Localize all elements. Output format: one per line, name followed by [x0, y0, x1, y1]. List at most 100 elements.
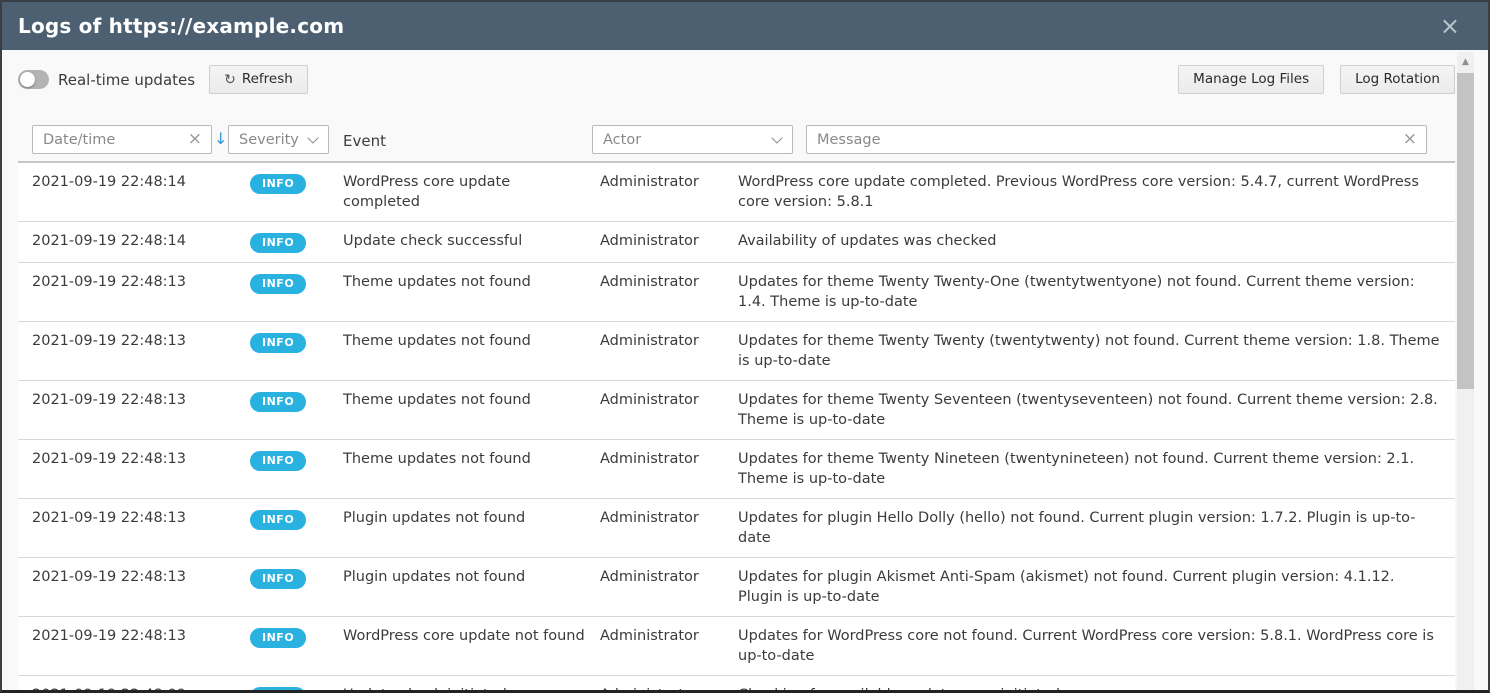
chevron-down-icon	[771, 132, 782, 143]
table-row: 2021-09-19 22:48:14 INFO WordPress core …	[18, 163, 1455, 222]
severity-cell: INFO	[236, 626, 343, 648]
severity-filter-select[interactable]: Severity	[228, 125, 329, 154]
log-actor: Administrator	[600, 449, 738, 469]
chevron-down-icon	[307, 132, 318, 143]
severity-badge: INFO	[250, 174, 306, 194]
datetime-filter[interactable]: ×	[32, 125, 212, 154]
log-event: Update check initiated	[343, 685, 600, 693]
log-rotation-button[interactable]: Log Rotation	[1340, 65, 1455, 95]
vertical-scrollbar[interactable]: ▲	[1457, 52, 1474, 690]
log-message: Checking for available updates was initi…	[738, 685, 1455, 693]
log-datetime: 2021-09-19 22:48:13	[18, 508, 236, 528]
log-actor: Administrator	[600, 390, 738, 410]
message-filter-input[interactable]	[807, 132, 1399, 148]
window-title: Logs of https://example.com	[18, 14, 344, 38]
log-event: WordPress core update not found	[343, 626, 600, 646]
clear-message-icon[interactable]: ×	[1399, 131, 1426, 148]
filter-row: × ↓ Severity Event Actor ×	[2, 125, 1488, 154]
table-row: 2021-09-19 22:48:13 INFO WordPress core …	[18, 617, 1455, 676]
log-datetime: 2021-09-19 22:48:14	[18, 172, 236, 192]
log-actor: Administrator	[600, 567, 738, 587]
sort-descending-icon[interactable]: ↓	[214, 129, 227, 148]
log-datetime: 2021-09-19 22:48:09	[18, 685, 236, 693]
toggle-knob-icon	[20, 72, 35, 87]
datetime-filter-input[interactable]	[33, 132, 184, 148]
log-message: Updates for plugin Hello Dolly (hello) n…	[738, 508, 1455, 548]
log-datetime: 2021-09-19 22:48:13	[18, 390, 236, 410]
severity-cell: INFO	[236, 272, 343, 294]
toolbar: Real-time updates ↻ Refresh Manage Log F…	[18, 65, 1455, 94]
table-row: 2021-09-19 22:48:13 INFO Theme updates n…	[18, 322, 1455, 381]
table-row: 2021-09-19 22:48:14 INFO Update check su…	[18, 222, 1455, 263]
log-event: WordPress core update completed	[343, 172, 600, 212]
log-datetime: 2021-09-19 22:48:13	[18, 331, 236, 351]
log-event: Update check successful	[343, 231, 600, 251]
severity-badge: INFO	[250, 451, 306, 471]
table-row: 2021-09-19 22:48:13 INFO Theme updates n…	[18, 381, 1455, 440]
log-message: Updates for theme Twenty Twenty (twentyt…	[738, 331, 1455, 371]
log-datetime: 2021-09-19 22:48:14	[18, 231, 236, 251]
log-message: Updates for theme Twenty Seventeen (twen…	[738, 390, 1455, 430]
refresh-button-label: Refresh	[242, 72, 293, 88]
log-actor: Administrator	[600, 172, 738, 192]
log-datetime: 2021-09-19 22:48:13	[18, 272, 236, 292]
severity-cell: INFO	[236, 567, 343, 589]
table-row: 2021-09-19 22:48:13 INFO Plugin updates …	[18, 558, 1455, 617]
actor-filter-select[interactable]: Actor	[592, 125, 793, 154]
log-actor: Administrator	[600, 272, 738, 292]
table-row: 2021-09-19 22:48:09 INFO Update check in…	[18, 676, 1455, 693]
log-event: Theme updates not found	[343, 272, 600, 292]
table-row: 2021-09-19 22:48:13 INFO Plugin updates …	[18, 499, 1455, 558]
message-filter[interactable]: ×	[806, 125, 1427, 154]
severity-cell: INFO	[236, 331, 343, 353]
log-table: 2021-09-19 22:48:14 INFO WordPress core …	[18, 161, 1455, 693]
severity-cell: INFO	[236, 685, 343, 693]
log-datetime: 2021-09-19 22:48:13	[18, 449, 236, 469]
log-event: Plugin updates not found	[343, 508, 600, 528]
scrollbar-thumb[interactable]	[1457, 73, 1474, 389]
log-event: Theme updates not found	[343, 449, 600, 469]
log-datetime: 2021-09-19 22:48:13	[18, 567, 236, 587]
manage-log-files-button[interactable]: Manage Log Files	[1178, 65, 1324, 95]
log-actor: Administrator	[600, 685, 738, 693]
refresh-icon: ↻	[224, 73, 236, 87]
log-actor: Administrator	[600, 231, 738, 251]
severity-cell: INFO	[236, 172, 343, 194]
severity-filter-value: Severity	[229, 132, 309, 148]
severity-cell: INFO	[236, 390, 343, 412]
severity-cell: INFO	[236, 508, 343, 530]
log-actor: Administrator	[600, 626, 738, 646]
severity-badge: INFO	[250, 628, 306, 648]
scroll-up-arrow-icon[interactable]: ▲	[1457, 52, 1474, 67]
log-actor: Administrator	[600, 331, 738, 351]
clear-datetime-icon[interactable]: ×	[184, 131, 211, 148]
actor-filter-value: Actor	[593, 132, 773, 148]
titlebar: Logs of https://example.com ×	[2, 2, 1488, 50]
severity-badge: INFO	[250, 233, 306, 253]
severity-badge: INFO	[250, 274, 306, 294]
realtime-updates-toggle[interactable]	[18, 70, 49, 89]
log-message: Updates for theme Twenty Nineteen (twent…	[738, 449, 1455, 489]
severity-badge: INFO	[250, 333, 306, 353]
severity-badge: INFO	[250, 392, 306, 412]
log-message: Updates for theme Twenty Twenty-One (twe…	[738, 272, 1455, 312]
log-datetime: 2021-09-19 22:48:13	[18, 626, 236, 646]
log-message: Updates for plugin Akismet Anti-Spam (ak…	[738, 567, 1455, 607]
log-event: Theme updates not found	[343, 390, 600, 410]
log-event: Plugin updates not found	[343, 567, 600, 587]
log-message: Availability of updates was checked	[738, 231, 1455, 251]
severity-badge: INFO	[250, 687, 306, 693]
logs-window: Logs of https://example.com × Real-time …	[0, 0, 1490, 693]
log-message: Updates for WordPress core not found. Cu…	[738, 626, 1455, 666]
table-row: 2021-09-19 22:48:13 INFO Theme updates n…	[18, 440, 1455, 499]
log-actor: Administrator	[600, 508, 738, 528]
table-row: 2021-09-19 22:48:13 INFO Theme updates n…	[18, 263, 1455, 322]
severity-badge: INFO	[250, 569, 306, 589]
log-event: Theme updates not found	[343, 331, 600, 351]
log-message: WordPress core update completed. Previou…	[738, 172, 1455, 212]
realtime-updates-label: Real-time updates	[58, 71, 195, 89]
severity-badge: INFO	[250, 510, 306, 530]
severity-cell: INFO	[236, 449, 343, 471]
refresh-button[interactable]: ↻ Refresh	[209, 65, 308, 95]
close-icon[interactable]: ×	[1440, 14, 1460, 38]
